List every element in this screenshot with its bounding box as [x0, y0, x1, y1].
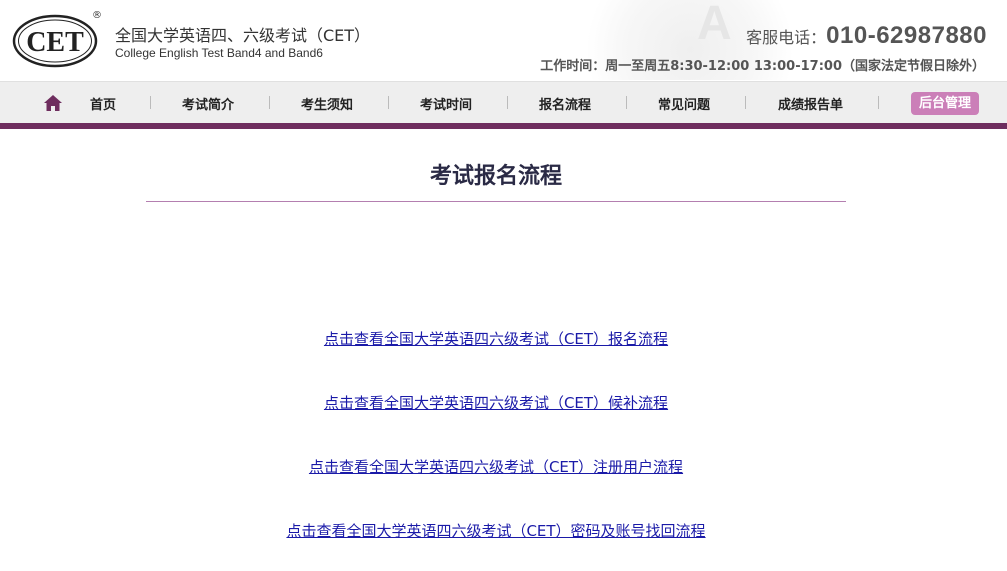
- site-header: A CET ® 全国大学英语四、六级考试（CET） College Englis…: [0, 0, 1007, 80]
- nav-separator: [626, 96, 627, 109]
- working-hours: 工作时间：周一至周五8:30-12:00 13:00-17:00（国家法定节假日…: [540, 59, 985, 74]
- link-user-registration-process[interactable]: 点击查看全国大学英语四六级考试（CET）注册用户流程: [146, 456, 846, 477]
- link-waitlist-process-text[interactable]: 点击查看全国大学英语四六级考试（CET）候补流程: [324, 394, 668, 412]
- link-registration-process[interactable]: 点击查看全国大学英语四六级考试（CET）报名流程: [146, 328, 846, 349]
- link-waitlist-process[interactable]: 点击查看全国大学英语四六级考试（CET）候补流程: [146, 392, 846, 413]
- phone-number: 010-62987880: [826, 22, 987, 49]
- nav-separator: [388, 96, 389, 109]
- title-divider: [146, 201, 846, 202]
- cet-logo[interactable]: CET: [12, 14, 98, 68]
- link-password-recovery-process-text[interactable]: 点击查看全国大学英语四六级考试（CET）密码及账号找回流程: [286, 522, 705, 540]
- nav-accent-bar: [0, 123, 1007, 129]
- header-decoration-letter: A: [697, 0, 732, 50]
- service-phone: 客服电话：010-62987880: [746, 22, 987, 50]
- main-nav: 首页 考试简介 考生须知 考试时间 报名流程 常见问题 成绩报告单 后台管理: [0, 81, 1007, 124]
- page-title: 考试报名流程: [429, 164, 562, 189]
- site-title-cn: 全国大学英语四、六级考试（CET）: [115, 26, 371, 45]
- phone-label: 客服电话：: [746, 28, 827, 47]
- admin-button[interactable]: 后台管理: [911, 92, 979, 115]
- nav-separator: [745, 96, 746, 109]
- nav-separator: [150, 96, 151, 109]
- nav-item-candidate-notice[interactable]: 考生须知: [301, 94, 353, 113]
- nav-item-exam-time[interactable]: 考试时间: [420, 94, 472, 113]
- nav-separator: [269, 96, 270, 109]
- link-registration-process-text[interactable]: 点击查看全国大学英语四六级考试（CET）报名流程: [324, 330, 668, 348]
- registered-mark: ®: [92, 10, 102, 21]
- site-title-en: College English Test Band4 and Band6: [115, 46, 323, 60]
- link-user-registration-process-text[interactable]: 点击查看全国大学英语四六级考试（CET）注册用户流程: [309, 458, 683, 476]
- nav-item-score-report[interactable]: 成绩报告单: [778, 94, 843, 113]
- nav-item-home[interactable]: 首页: [90, 94, 116, 113]
- link-password-recovery-process[interactable]: 点击查看全国大学英语四六级考试（CET）密码及账号找回流程: [146, 520, 846, 541]
- nav-item-registration-process[interactable]: 报名流程: [539, 94, 591, 113]
- logo-text: CET: [26, 27, 84, 58]
- nav-item-faq[interactable]: 常见问题: [658, 94, 710, 113]
- nav-item-exam-intro[interactable]: 考试简介: [182, 94, 234, 113]
- home-icon[interactable]: [44, 95, 62, 111]
- nav-separator: [507, 96, 508, 109]
- nav-separator: [878, 96, 879, 109]
